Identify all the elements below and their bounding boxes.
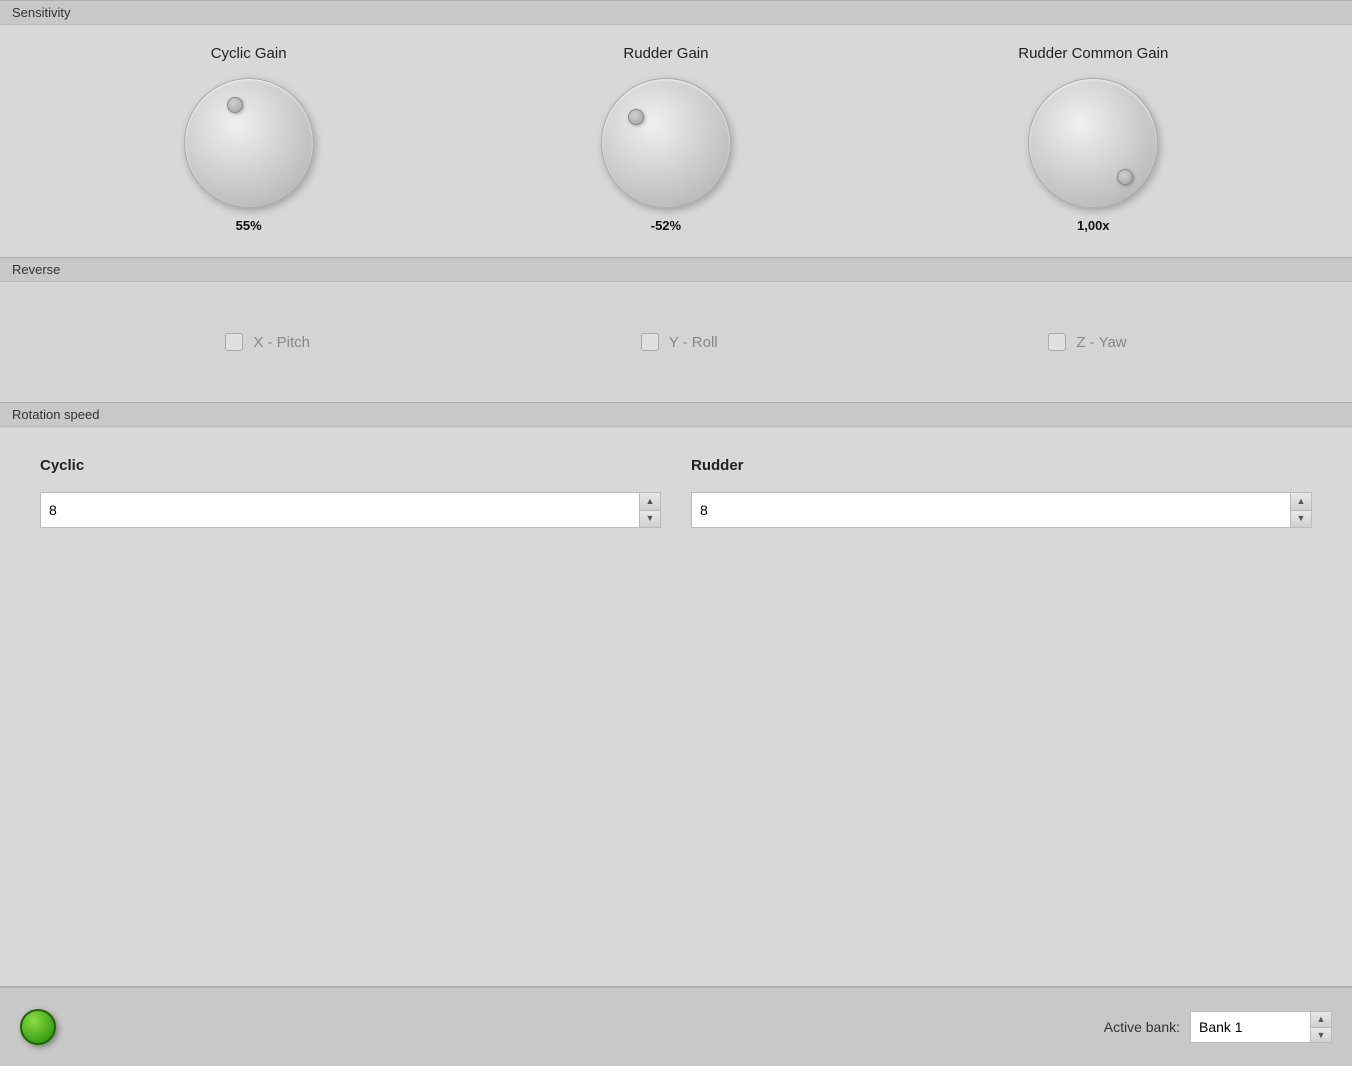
rotation-speed-header-text: Rotation speed xyxy=(12,407,99,422)
reverse-header: Reverse xyxy=(0,257,1352,282)
rudder-spinbox-input[interactable] xyxy=(691,492,1290,528)
bank-increment-button[interactable]: ▲ xyxy=(1311,1012,1331,1027)
cyclic-spinbox-buttons: ▲ ▼ xyxy=(639,492,661,528)
cyclic-rotation-label: Cyclic xyxy=(40,457,661,474)
bank-select-input[interactable] xyxy=(1190,1011,1310,1043)
sensitivity-section: Cyclic Gain 55% Rudder Gain -52% Rudder … xyxy=(0,25,1352,257)
x-pitch-checkbox[interactable] xyxy=(225,333,243,351)
status-indicator xyxy=(20,1009,56,1045)
y-roll-group: Y - Roll xyxy=(641,333,718,351)
rotation-columns: Cyclic ▲ ▼ Rudder ▲ ▼ xyxy=(40,457,1312,528)
cyclic-decrement-button[interactable]: ▼ xyxy=(640,510,660,528)
cyclic-rotation-col: Cyclic ▲ ▼ xyxy=(40,457,661,528)
cyclic-spinbox-input[interactable] xyxy=(40,492,639,528)
active-bank-label: Active bank: xyxy=(1104,1019,1180,1035)
rudder-rotation-col: Rudder ▲ ▼ xyxy=(691,457,1312,528)
y-roll-checkbox[interactable] xyxy=(641,333,659,351)
bottom-bar: Active bank: ▲ ▼ xyxy=(0,986,1352,1066)
rudder-spinbox-buttons: ▲ ▼ xyxy=(1290,492,1312,528)
rudder-common-gain-group: Rudder Common Gain 1,00x xyxy=(1018,45,1168,233)
cyclic-gain-value: 55% xyxy=(236,218,262,233)
cyclic-gain-label: Cyclic Gain xyxy=(211,45,287,62)
rudder-common-gain-value: 1,00x xyxy=(1077,218,1110,233)
rudder-spinbox: ▲ ▼ xyxy=(691,492,1312,528)
bank-select-buttons: ▲ ▼ xyxy=(1310,1011,1332,1043)
rudder-gain-value: -52% xyxy=(651,218,681,233)
rudder-gain-knob[interactable] xyxy=(601,78,731,208)
rudder-decrement-button[interactable]: ▼ xyxy=(1291,510,1311,528)
rotation-speed-header: Rotation speed xyxy=(0,402,1352,427)
y-roll-label: Y - Roll xyxy=(669,334,718,351)
sensitivity-header: Sensitivity xyxy=(0,0,1352,25)
sensitivity-header-text: Sensitivity xyxy=(12,5,71,20)
z-yaw-label: Z - Yaw xyxy=(1076,334,1126,351)
x-pitch-label: X - Pitch xyxy=(253,334,310,351)
rotation-speed-section: Cyclic ▲ ▼ Rudder ▲ ▼ xyxy=(0,427,1352,986)
cyclic-gain-knob[interactable] xyxy=(184,78,314,208)
reverse-header-text: Reverse xyxy=(12,262,60,277)
rudder-gain-group: Rudder Gain -52% xyxy=(601,45,731,233)
active-bank-group: Active bank: ▲ ▼ xyxy=(1104,1011,1332,1043)
cyclic-gain-knob-dot xyxy=(227,97,243,113)
cyclic-spinbox: ▲ ▼ xyxy=(40,492,661,528)
z-yaw-checkbox[interactable] xyxy=(1048,333,1066,351)
bank-select: ▲ ▼ xyxy=(1190,1011,1332,1043)
rudder-increment-button[interactable]: ▲ xyxy=(1291,493,1311,510)
cyclic-gain-group: Cyclic Gain 55% xyxy=(184,45,314,233)
x-pitch-group: X - Pitch xyxy=(225,333,310,351)
reverse-section: X - Pitch Y - Roll Z - Yaw xyxy=(0,282,1352,402)
cyclic-increment-button[interactable]: ▲ xyxy=(640,493,660,510)
main-container: Sensitivity Cyclic Gain 55% Rudder Gain … xyxy=(0,0,1352,1066)
rudder-gain-knob-dot xyxy=(628,109,644,125)
rudder-common-gain-knob[interactable] xyxy=(1028,78,1158,208)
z-yaw-group: Z - Yaw xyxy=(1048,333,1126,351)
rudder-rotation-label: Rudder xyxy=(691,457,1312,474)
rudder-common-gain-knob-dot xyxy=(1117,169,1133,185)
bank-decrement-button[interactable]: ▼ xyxy=(1311,1027,1331,1043)
rudder-gain-label: Rudder Gain xyxy=(623,45,708,62)
rudder-common-gain-label: Rudder Common Gain xyxy=(1018,45,1168,62)
